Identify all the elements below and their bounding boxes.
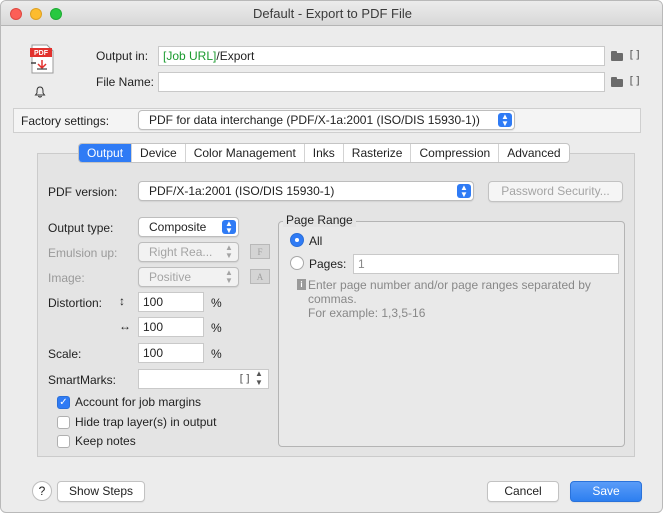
page-range-hint-line3: For example: 1,3,5-16	[308, 306, 426, 320]
variable-bracket-icon[interactable]: []	[628, 74, 641, 87]
popup-arrows-icon: ▲ ▼	[222, 220, 236, 235]
emulsion-up-popup[interactable]: Right Rea... ▲ ▼	[138, 242, 239, 262]
page-range-hint-line1: Enter page number and/or page ranges sep…	[308, 278, 591, 292]
image-label: Image:	[48, 271, 85, 285]
factory-settings-label: Factory settings:	[21, 114, 110, 128]
save-button[interactable]: Save	[570, 481, 642, 502]
distortion-vertical-input[interactable]: 100	[138, 292, 204, 312]
pdf-version-value: PDF/X-1a:2001 (ISO/DIS 15930-1)	[149, 184, 335, 198]
keep-notes-checkbox[interactable]	[57, 435, 70, 448]
output-in-field[interactable]: [Job URL]/Export	[158, 46, 605, 66]
help-button[interactable]: ?	[32, 481, 52, 501]
page-range-pages-input[interactable]: 1	[353, 254, 619, 274]
svg-text:A: A	[257, 272, 264, 282]
output-type-value: Composite	[149, 220, 207, 234]
emulsion-up-value: Right Rea...	[149, 245, 213, 259]
tab-output[interactable]: Output	[79, 144, 133, 162]
window-title: Default - Export to PDF File	[253, 6, 412, 21]
hide-trap-layers-checkbox[interactable]	[57, 416, 70, 429]
distortion-horizontal-unit: %	[211, 321, 222, 335]
keep-notes-label: Keep notes	[75, 434, 136, 448]
output-type-popup[interactable]: Composite ▲ ▼	[138, 217, 239, 237]
cancel-button[interactable]: Cancel	[487, 481, 559, 502]
tab-rasterize[interactable]: Rasterize	[344, 144, 412, 162]
scale-unit: %	[211, 347, 222, 361]
popup-arrows-icon: ▲ ▼	[225, 243, 233, 260]
distortion-horizontal-input[interactable]: 100	[138, 317, 204, 337]
page-range-all-label: All	[309, 234, 323, 248]
image-popup[interactable]: Positive ▲ ▼	[138, 267, 239, 287]
factory-settings-value: PDF for data interchange (PDF/X-1a:2001 …	[149, 113, 480, 127]
output-in-path: /Export	[216, 49, 255, 63]
pdf-version-label: PDF version:	[48, 185, 118, 199]
export-pdf-dialog: Default - Export to PDF File PDF Output …	[0, 0, 663, 513]
scale-label: Scale:	[48, 347, 82, 361]
show-steps-button[interactable]: Show Steps	[57, 481, 145, 502]
folder-icon[interactable]	[611, 77, 625, 87]
password-security-button[interactable]: Password Security...	[488, 181, 623, 202]
distortion-vertical-unit: %	[211, 296, 222, 310]
title-bar: Default - Export to PDF File	[1, 1, 662, 26]
page-range-pages-radio[interactable]	[290, 256, 304, 270]
pdf-icon-label: PDF	[34, 50, 49, 57]
output-in-label: Output in:	[96, 49, 149, 63]
popup-arrows-icon: ▲ ▼	[498, 113, 512, 128]
vertical-arrow-icon: ↕	[119, 294, 125, 308]
page-range-title: Page Range	[283, 213, 356, 227]
tab-color-management[interactable]: Color Management	[186, 144, 305, 162]
tab-bar: Output Device Color Management Inks Rast…	[78, 143, 570, 163]
smartmarks-label: SmartMarks:	[48, 373, 117, 387]
account-for-job-margins-checkbox[interactable]: ✓	[57, 396, 70, 409]
hide-trap-layers-label: Hide trap layer(s) in output	[75, 415, 217, 429]
factory-settings-popup[interactable]: PDF for data interchange (PDF/X-1a:2001 …	[138, 110, 515, 130]
image-value: Positive	[149, 270, 192, 284]
image-preview-icon: A	[250, 269, 270, 284]
variable-bracket-icon[interactable]: []	[238, 372, 251, 385]
output-in-variable: [Job URL]	[163, 49, 217, 63]
scale-input[interactable]: 100	[138, 343, 204, 363]
tab-compression[interactable]: Compression	[411, 144, 500, 162]
tab-device[interactable]: Device	[132, 144, 186, 162]
pdf-version-popup[interactable]: PDF/X-1a:2001 (ISO/DIS 15930-1) ▲ ▼	[138, 181, 474, 201]
page-range-all-radio[interactable]	[290, 233, 304, 247]
folder-icon[interactable]	[611, 51, 625, 61]
distortion-label: Distortion:	[48, 296, 103, 310]
page-range-pages-label: Pages:	[309, 257, 347, 271]
file-name-label: File Name:	[96, 75, 155, 89]
popup-arrows-icon: ▲ ▼	[225, 268, 233, 285]
tab-inks[interactable]: Inks	[305, 144, 344, 162]
tab-advanced[interactable]: Advanced	[499, 144, 568, 162]
popup-arrows-icon: ▲ ▼	[457, 184, 471, 199]
bell-icon[interactable]	[33, 85, 47, 99]
svg-text:F: F	[257, 247, 262, 257]
variable-bracket-icon[interactable]: []	[628, 48, 641, 61]
emulsion-up-label: Emulsion up:	[48, 246, 118, 260]
page-range-hint-line2: commas.	[308, 292, 357, 306]
account-for-job-margins-label: Account for job margins	[75, 395, 202, 409]
emulsion-preview-icon: F	[250, 244, 270, 259]
info-icon: i	[297, 279, 306, 290]
pdf-file-icon: PDF	[29, 44, 55, 74]
horizontal-arrow-icon: ↔	[119, 319, 131, 333]
smartmarks-stepper-icon[interactable]: ▲ ▼	[255, 369, 263, 387]
file-name-field[interactable]	[158, 72, 605, 92]
output-type-label: Output type:	[48, 221, 114, 235]
